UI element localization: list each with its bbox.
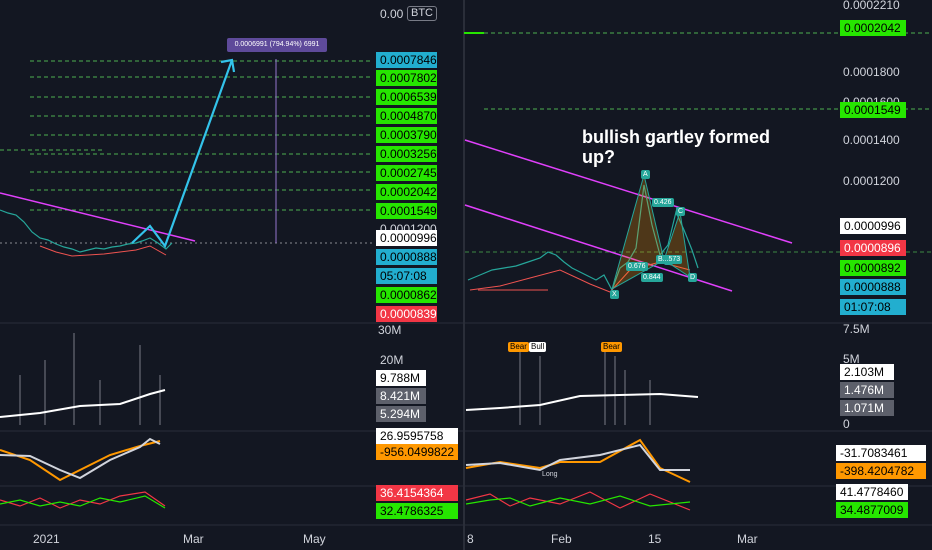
left-x-mar: Mar xyxy=(183,532,204,546)
left-price-tag-1: 0.0007802 xyxy=(376,70,437,86)
bear-tag-2: Bear xyxy=(601,342,622,352)
pattern-point-c: C xyxy=(676,207,686,216)
left-volume-bars xyxy=(19,333,161,425)
measure-label: 0.0006991 (794.94%) 6991 xyxy=(227,38,327,52)
right-price-tag-5: 0.0000888 xyxy=(840,279,906,295)
currency-label: BTC xyxy=(407,6,437,21)
right-osc-tag-1: -398.4204782 xyxy=(836,463,926,479)
left-volume-tag-1: 8.421M xyxy=(376,388,426,404)
left-rsi-tag-0: 36.4154364 xyxy=(376,485,458,501)
right-axis-1200: 0.0001200 xyxy=(843,174,900,188)
right-volume-bars xyxy=(519,350,651,425)
right-x-feb: Feb xyxy=(551,532,572,546)
ratio-label-4: B...573 xyxy=(656,255,683,264)
left-price-tag-11: 05:07:08 xyxy=(376,268,437,284)
left-volume-tag-0: 9.788M xyxy=(376,370,426,386)
right-osc-white xyxy=(465,443,690,472)
left-rsi-green xyxy=(0,495,166,509)
left-price-tag-0: 0.0007846 xyxy=(376,52,437,68)
annotation-text-line2: up? xyxy=(582,147,615,167)
left-price-tag-8: 0.0001549 xyxy=(376,203,437,219)
left-price-tag-3: 0.0004870 xyxy=(376,108,437,124)
pattern-point-d: D xyxy=(688,273,698,282)
left-price-tag-13: 0.0000839 xyxy=(376,306,437,322)
right-channel-upper xyxy=(464,139,793,244)
right-x-8: 8 xyxy=(467,532,474,546)
right-axis-1800: 0.0001800 xyxy=(843,65,900,79)
long-label: Long xyxy=(542,471,558,478)
chart-canvas[interactable] xyxy=(0,0,932,550)
ratio-label-3: 0.844 xyxy=(641,273,663,282)
right-price-tag-3: 0.0000896 xyxy=(840,240,906,256)
left-rsi-tag-1: 32.4786325 xyxy=(376,503,458,519)
right-price-tag-1: 0.0001549 xyxy=(840,102,906,118)
left-price-tag-5: 0.0003256 xyxy=(376,146,437,162)
right-axis-top: 0.0002210 xyxy=(843,0,900,12)
left-price-tag-9: 0.0000996 xyxy=(376,230,437,246)
left-price-tag-6: 0.0002745 xyxy=(376,165,437,181)
left-projection-arrow xyxy=(131,59,234,249)
right-osc-orange xyxy=(465,438,691,483)
right-x-mar: Mar xyxy=(737,532,758,546)
left-price-tag-4: 0.0003790 xyxy=(376,127,437,143)
left-price-tag-7: 0.0002042 xyxy=(376,184,437,200)
left-price-tag-12: 0.0000862 xyxy=(376,287,437,303)
right-volume-tag-1: 1.476M xyxy=(840,382,894,398)
right-volume-ma xyxy=(465,392,699,411)
bull-tag: Bull xyxy=(529,342,547,352)
right-vol-axis-75m: 7.5M xyxy=(843,322,870,336)
left-osc-orange xyxy=(0,440,161,482)
right-vol-axis-0: 0 xyxy=(843,417,850,431)
right-volume-tag-2: 1.071M xyxy=(840,400,894,416)
annotation-text-line1: bullish gartley formed xyxy=(582,127,771,147)
bear-tag-1: Bear xyxy=(508,342,529,352)
right-price-tag-2: 0.0000996 xyxy=(840,218,906,234)
left-vol-axis-20m: 20M xyxy=(380,353,404,367)
left-axis-top: 0.00 xyxy=(380,7,404,21)
right-price-tag-6: 01:07:08 xyxy=(840,299,906,315)
ratio-label-2: 0.676 xyxy=(626,262,648,271)
chart-workspace: BTC 0.0006991 (794.94%) 6991 0.00 0.0001… xyxy=(0,0,932,550)
left-osc-tag-0: 26.9595758 xyxy=(376,428,458,444)
pattern-point-a: A xyxy=(641,170,650,179)
left-osc-tag-1: -956.0499822 xyxy=(376,444,458,460)
left-price-tag-10: 0.0000888 xyxy=(376,249,437,265)
right-axis-1400: 0.0001400 xyxy=(843,133,900,147)
left-x-2021: 2021 xyxy=(33,532,60,546)
pattern-point-x: X xyxy=(610,290,619,299)
right-price-tag-4: 0.0000892 xyxy=(840,260,906,276)
left-x-may: May xyxy=(303,532,326,546)
right-x-15: 15 xyxy=(648,532,662,546)
right-rsi-green xyxy=(465,495,691,507)
right-rsi-tag-1: 34.4877009 xyxy=(836,502,908,518)
right-rsi-tag-0: 41.4778460 xyxy=(836,484,908,500)
left-trendline xyxy=(0,192,196,242)
right-price-tag-0: 0.0002042 xyxy=(840,20,906,36)
left-volume-tag-2: 5.294M xyxy=(376,406,426,422)
ratio-label-1: 0.426 xyxy=(652,198,674,207)
left-price-tag-2: 0.0006539 xyxy=(376,89,437,105)
gartley-pattern xyxy=(611,174,691,291)
right-volume-tag-0: 2.103M xyxy=(840,364,894,380)
right-osc-tag-0: -31.7083461 xyxy=(836,445,926,461)
left-vol-axis-30m: 30M xyxy=(378,323,402,337)
